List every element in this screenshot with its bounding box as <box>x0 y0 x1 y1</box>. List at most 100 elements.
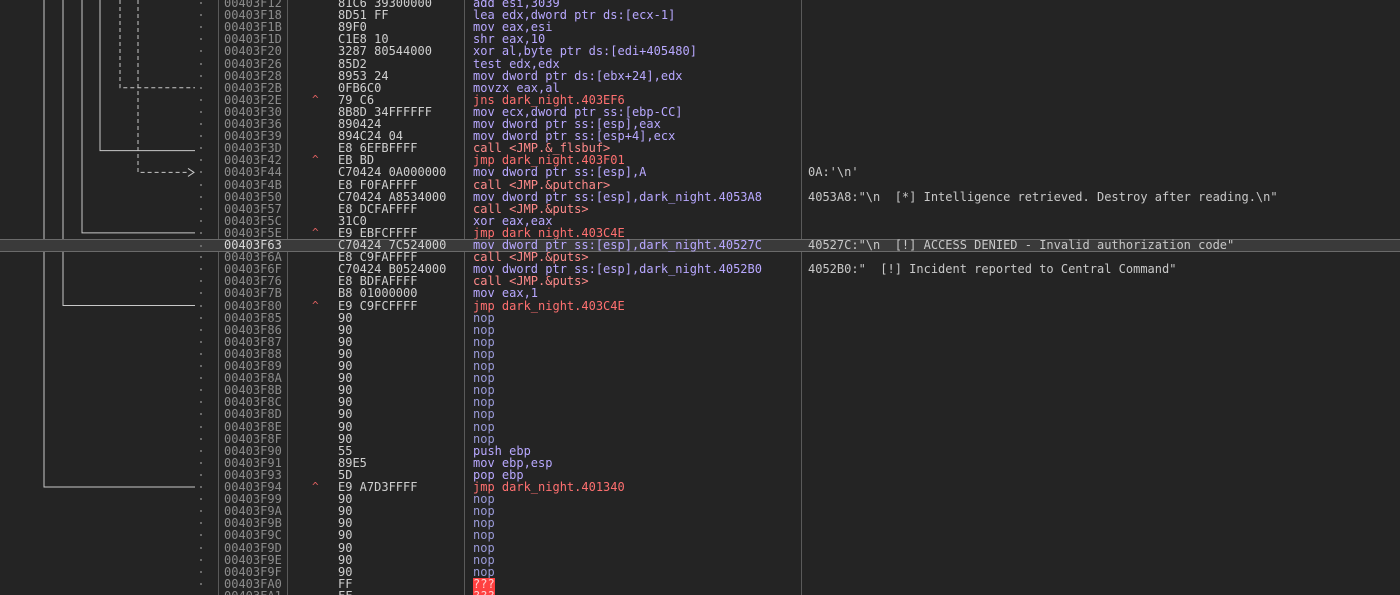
instruction-row[interactable]: 00403F57 E8 DCFAFFFF call <JMP.&puts> <box>0 203 1400 215</box>
breakpoint-slot[interactable] <box>200 510 202 513</box>
breakpoint-slot[interactable] <box>200 340 202 343</box>
address-cell[interactable]: 00403F9D <box>224 542 282 554</box>
bytes-cell[interactable]: C70424 A8534000 <box>338 191 446 203</box>
address-cell[interactable]: 00403F7B <box>224 287 282 299</box>
address-cell[interactable]: 00403F8F <box>224 433 282 445</box>
instruction-row[interactable]: 00403F8C 90 nop <box>0 396 1400 408</box>
instruction-row[interactable]: 00403F42 ^ EB BD jmp dark_night.403F01 <box>0 154 1400 166</box>
bytes-cell[interactable]: 55 <box>338 445 352 457</box>
breakpoint-slot[interactable] <box>200 328 202 331</box>
comment-cell[interactable]: 4053A8:"\n [*] Intelligence retrieved. D… <box>808 191 1278 203</box>
comment-cell[interactable]: 0A:'\n' <box>808 166 859 178</box>
breakpoint-slot[interactable] <box>200 473 202 476</box>
instruction-row[interactable]: 00403F9E 90 nop <box>0 554 1400 566</box>
instruction-cell[interactable]: nop <box>473 566 495 578</box>
instruction-row[interactable]: 00403F89 90 nop <box>0 360 1400 372</box>
instruction-row[interactable]: 00403F7B B8 01000000 mov eax,1 <box>0 287 1400 299</box>
instruction-row[interactable]: 00403F3D E8 6EFBFFFF call <JMP.&_flsbuf> <box>0 142 1400 154</box>
address-cell[interactable]: 00403F8E <box>224 421 282 433</box>
address-cell[interactable]: 00403F91 <box>224 457 282 469</box>
bytes-cell[interactable]: E8 DCFAFFFF <box>338 203 417 215</box>
instruction-row[interactable]: 00403F50 C70424 A8534000 mov dword ptr ss:… <box>0 191 1400 203</box>
instruction-cell[interactable]: movzx eax,al <box>473 82 560 94</box>
instruction-row-selected[interactable]: 00403F63 C70424 7C524000 mov dword ptr ss:… <box>0 239 1400 252</box>
breakpoint-slot[interactable] <box>200 86 202 89</box>
bytes-cell[interactable]: FF <box>338 578 352 590</box>
address-cell[interactable]: 00403F28 <box>224 70 282 82</box>
instruction-cell[interactable]: jmp dark_night.403C4E <box>473 300 625 312</box>
instruction-row[interactable]: 00403F2E ^ 79 C6 jns dark_night.403EF6 <box>0 93 1400 106</box>
address-cell[interactable]: 00403F26 <box>224 58 282 70</box>
instruction-row[interactable]: 00403F8D 90 nop <box>0 408 1400 420</box>
breakpoint-slot[interactable] <box>200 98 202 101</box>
bytes-cell[interactable]: 31C0 <box>338 215 367 227</box>
address-cell[interactable]: 00403F8D <box>224 408 282 420</box>
breakpoint-slot[interactable] <box>200 401 202 404</box>
instruction-row[interactable]: 00403F4B E8 F0FAFFFF call <JMP.&putchar> <box>0 179 1400 191</box>
instruction-cell[interactable]: mov eax,1 <box>473 287 538 299</box>
address-cell[interactable]: 00403F44 <box>224 166 282 178</box>
instruction-cell[interactable]: test edx,edx <box>473 58 560 70</box>
bytes-cell[interactable]: 90 <box>338 408 352 420</box>
breakpoint-slot[interactable] <box>200 268 202 271</box>
instruction-cell[interactable]: jmp dark_night.401340 <box>473 481 625 493</box>
instruction-cell[interactable]: mov dword ptr ss:[esp],dark_night.4053A8 <box>473 191 762 203</box>
breakpoint-slot[interactable] <box>200 389 202 392</box>
bytes-cell[interactable]: C70424 0A000000 <box>338 166 446 178</box>
breakpoint-slot[interactable] <box>200 292 202 295</box>
address-cell[interactable]: 00403FA0 <box>224 578 282 590</box>
address-cell[interactable]: 00403F80 <box>224 300 282 312</box>
instruction-row[interactable]: 00403FA1 FF??? <box>0 589 1400 595</box>
instruction-row[interactable]: 00403F12 81C6 39300000 add esi,3039 <box>0 0 1400 9</box>
instruction-row[interactable]: 00403F91 89E5 mov ebp,esp <box>0 457 1400 469</box>
breakpoint-slot[interactable] <box>200 280 202 283</box>
breakpoint-slot[interactable] <box>200 377 202 380</box>
instruction-row[interactable]: 00403F93 5D pop ebp <box>0 469 1400 481</box>
breakpoint-slot[interactable] <box>200 437 202 440</box>
address-cell[interactable]: 00403F5C <box>224 215 282 227</box>
instruction-cell[interactable]: xor al,byte ptr ds:[edi+405480] <box>473 45 697 57</box>
breakpoint-slot[interactable] <box>200 171 202 174</box>
bytes-cell[interactable]: 90 <box>338 566 352 578</box>
breakpoint-slot[interactable] <box>200 2 202 4</box>
breakpoint-slot[interactable] <box>200 352 202 355</box>
bytes-cell[interactable]: FF <box>338 590 352 595</box>
bytes-cell[interactable]: 90 <box>338 336 352 348</box>
instruction-row[interactable]: 00403F88 90 nop <box>0 348 1400 360</box>
bytes-cell[interactable]: B8 01000000 <box>338 287 417 299</box>
instruction-row[interactable]: 00403FA0 FF??? <box>0 577 1400 590</box>
instruction-row[interactable]: 00403F94 ^ E9 A7D3FFFF jmp dark_night.40134… <box>0 481 1400 493</box>
breakpoint-slot[interactable] <box>200 195 202 198</box>
instruction-row[interactable]: 00403F39 894C24 04 mov dword ptr ss:[esp+4… <box>0 130 1400 142</box>
address-cell[interactable]: 00403F2E <box>224 94 282 106</box>
breakpoint-slot[interactable] <box>200 159 202 162</box>
breakpoint-slot[interactable] <box>200 546 202 549</box>
breakpoint-slot[interactable] <box>200 498 202 501</box>
instruction-row[interactable]: 00403F36 890424 mov dword ptr ss:[esp],eax <box>0 118 1400 130</box>
instruction-row[interactable]: 00403F8E 90 nop <box>0 421 1400 433</box>
breakpoint-slot[interactable] <box>200 365 202 367</box>
instruction-row[interactable]: 00403F87 90 nop <box>0 336 1400 348</box>
comment-cell[interactable]: 4052B0:" [!] Incident reported to Centra… <box>808 263 1176 275</box>
bytes-cell[interactable]: 90 <box>338 542 352 554</box>
instruction-row[interactable]: 00403F18 8D51 FF lea edx,dword ptr ds:[ecx… <box>0 9 1400 21</box>
address-cell[interactable]: 00403F85 <box>224 312 282 324</box>
disassembly-view[interactable]: 00403F12 81C6 39300000 add esi,3039 00403F1… <box>0 0 1400 595</box>
instruction-cell[interactable]: mov dword ptr ss:[esp],A <box>473 166 646 178</box>
breakpoint-slot[interactable] <box>200 50 202 53</box>
instruction-row[interactable]: 00403F76 E8 BDFAFFFF call <JMP.&puts> <box>0 275 1400 287</box>
breakpoint-slot[interactable] <box>200 38 202 41</box>
bytes-cell[interactable]: 8953 24 <box>338 70 389 82</box>
address-cell[interactable]: 00403F90 <box>224 445 282 457</box>
breakpoint-slot[interactable] <box>200 110 202 113</box>
breakpoint-slot[interactable] <box>200 304 202 307</box>
instruction-row[interactable]: 00403F20 3287 80544000 xor al,byte ptr ds:… <box>0 45 1400 57</box>
breakpoint-slot[interactable] <box>200 74 202 77</box>
breakpoint-slot[interactable] <box>200 582 202 585</box>
breakpoint-slot[interactable] <box>200 231 202 234</box>
instruction-cell[interactable]: nop <box>473 529 495 541</box>
bytes-cell[interactable]: 90 <box>338 433 352 445</box>
instruction-row[interactable]: 00403F8F 90 nop <box>0 433 1400 445</box>
bytes-cell[interactable]: E9 C9FCFFFF <box>338 300 417 312</box>
instruction-row[interactable]: 00403F6F C70424 B0524000 mov dword ptr ss:… <box>0 263 1400 275</box>
